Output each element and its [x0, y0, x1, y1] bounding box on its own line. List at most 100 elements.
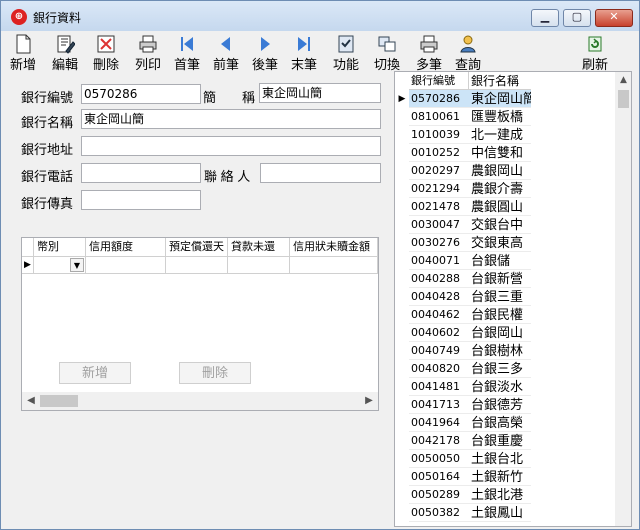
- list-item[interactable]: 1010039 北一建成: [395, 126, 615, 144]
- list-item-name: 中信雙和: [469, 144, 531, 162]
- list-header: 銀行編號 銀行名稱: [395, 72, 615, 90]
- scroll-thumb[interactable]: [618, 90, 629, 108]
- list-item-name: 東企岡山簡: [469, 90, 531, 108]
- minimize-button[interactable]: ▁: [531, 9, 559, 27]
- grid-row[interactable]: ▶ ▼: [22, 257, 378, 274]
- edit-icon: [57, 35, 75, 54]
- bank-code-input[interactable]: 0570286: [81, 84, 201, 104]
- list-item-code: 0010252: [409, 144, 469, 162]
- toolbar-last-button[interactable]: 末筆: [284, 33, 324, 72]
- scroll-right-icon[interactable]: ▶: [360, 392, 378, 410]
- toolbar-refresh-button[interactable]: 刷新: [575, 33, 615, 72]
- list-item[interactable]: 0040749 台銀樹林: [395, 342, 615, 360]
- row-pointer-icon: ▶: [398, 94, 406, 104]
- list-item[interactable]: 0041481 台銀淡水: [395, 378, 615, 396]
- list-item-name: 台銀高榮: [469, 414, 531, 432]
- title-bar[interactable]: ⊕ 銀行資料 ▁ ▢ ✕: [1, 1, 639, 31]
- grid-cell-credit-limit[interactable]: [86, 257, 166, 274]
- scroll-up-icon[interactable]: ▲: [615, 72, 631, 89]
- close-button[interactable]: ✕: [595, 9, 633, 27]
- toolbar-function-button[interactable]: 功能: [326, 33, 366, 72]
- list-item[interactable]: 0040288 台銀新營: [395, 270, 615, 288]
- list-item[interactable]: ▶ 0570286 東企岡山簡: [395, 90, 615, 108]
- list-item[interactable]: 0021294 農銀介壽: [395, 180, 615, 198]
- bank-code-label: 銀行編號: [21, 90, 74, 105]
- list-item-code: 0021478: [409, 198, 469, 216]
- grid-horizontal-scrollbar[interactable]: ◀ ▶: [22, 392, 378, 410]
- toolbar-multi-button[interactable]: 多筆: [409, 33, 449, 72]
- contact-label: 聯 絡 人: [204, 169, 251, 184]
- toolbar-prev-button[interactable]: 前筆: [206, 33, 246, 72]
- row-marker: [395, 468, 409, 486]
- row-marker: [395, 378, 409, 396]
- list-item[interactable]: 0041964 台銀高榮: [395, 414, 615, 432]
- list-item[interactable]: 0040071 台銀儲: [395, 252, 615, 270]
- grid-cell-currency[interactable]: ▼: [34, 257, 86, 274]
- row-pointer-icon: ▶: [22, 257, 34, 274]
- list-item[interactable]: 0040602 台銀岡山: [395, 324, 615, 342]
- list-item[interactable]: 0030047 交銀台中: [395, 216, 615, 234]
- list-item[interactable]: 0040462 台銀民權: [395, 306, 615, 324]
- list-item-code: 0050050: [409, 450, 469, 468]
- grid-delete-button[interactable]: 刪除: [179, 362, 251, 384]
- list-item[interactable]: 0021478 農銀圓山: [395, 198, 615, 216]
- bank-phone-input[interactable]: [81, 163, 201, 183]
- bank-name-input[interactable]: 東企岡山簡: [81, 109, 381, 129]
- list-header-corner: [395, 72, 409, 90]
- grid-col-credit-limit[interactable]: 信用額度: [86, 238, 166, 257]
- contact-input[interactable]: [260, 163, 381, 183]
- toolbar-print-button[interactable]: 列印: [128, 33, 168, 72]
- list-item[interactable]: 0810061 匯豐板橋: [395, 108, 615, 126]
- bank-phone-label: 銀行電話: [21, 169, 74, 184]
- list-col-name[interactable]: 銀行名稱: [469, 72, 531, 90]
- list-item[interactable]: 0041713 台銀德芳: [395, 396, 615, 414]
- toolbar-first-button[interactable]: 首筆: [167, 33, 207, 72]
- list-item[interactable]: 0040820 台銀三多: [395, 360, 615, 378]
- list-item[interactable]: 0050382 土銀鳳山: [395, 504, 615, 522]
- grid-cell-repay-days[interactable]: [166, 257, 228, 274]
- list-item-code: 0041964: [409, 414, 469, 432]
- toolbar-new-button[interactable]: 新增: [3, 33, 43, 72]
- row-marker: [395, 414, 409, 432]
- list-col-code[interactable]: 銀行編號: [409, 72, 469, 90]
- grid-col-repay-days[interactable]: 預定償還天: [166, 238, 228, 257]
- short-name-input[interactable]: 東企岡山簡: [259, 83, 381, 103]
- list-item[interactable]: 0010252 中信雙和: [395, 144, 615, 162]
- toolbar-switch-button[interactable]: 切換: [367, 33, 407, 72]
- grid-add-button[interactable]: 新增: [59, 362, 131, 384]
- list-item-code: 1010039: [409, 126, 469, 144]
- grid-col-currency[interactable]: 幣別: [34, 238, 86, 257]
- row-marker: [395, 360, 409, 378]
- toolbar-edit-button[interactable]: 編輯: [45, 33, 85, 72]
- grid-col-lc-unredeemed[interactable]: 信用狀未贖金額: [290, 238, 378, 257]
- list-item[interactable]: 0042178 台銀重慶: [395, 432, 615, 450]
- list-item[interactable]: 0040428 台銀三重: [395, 288, 615, 306]
- row-marker: [395, 180, 409, 198]
- list-item[interactable]: 0050050 土銀台北: [395, 450, 615, 468]
- toolbar-query-button[interactable]: 查詢: [448, 33, 488, 72]
- list-item[interactable]: 0030276 交銀東高: [395, 234, 615, 252]
- scroll-thumb[interactable]: [40, 395, 78, 407]
- list-item-code: 0040749: [409, 342, 469, 360]
- bank-address-input[interactable]: [81, 136, 381, 156]
- bank-fax-input[interactable]: [81, 190, 201, 210]
- list-item[interactable]: 0050164 土銀新竹: [395, 468, 615, 486]
- list-item-name: 台銀民權: [469, 306, 531, 324]
- toolbar-delete-button[interactable]: 刪除: [86, 33, 126, 72]
- grid-cell-lc-unredeemed[interactable]: [290, 257, 378, 274]
- list-item-name: 台銀三多: [469, 360, 531, 378]
- grid-cell-loan-unpaid[interactable]: [228, 257, 290, 274]
- list-vertical-scrollbar[interactable]: ▲: [615, 72, 631, 526]
- list-item-code: 0030276: [409, 234, 469, 252]
- list-item[interactable]: 0050289 土銀北港: [395, 486, 615, 504]
- scroll-left-icon[interactable]: ◀: [22, 392, 40, 410]
- row-marker: [395, 216, 409, 234]
- function-icon: [338, 35, 354, 53]
- grid-col-loan-unpaid[interactable]: 貸款未還: [228, 238, 290, 257]
- row-marker: [395, 396, 409, 414]
- toolbar-next-button[interactable]: 後筆: [245, 33, 285, 72]
- chevron-down-icon[interactable]: ▼: [70, 258, 84, 272]
- maximize-button[interactable]: ▢: [563, 9, 591, 27]
- list-item-code: 0040820: [409, 360, 469, 378]
- list-item[interactable]: 0020297 農銀岡山: [395, 162, 615, 180]
